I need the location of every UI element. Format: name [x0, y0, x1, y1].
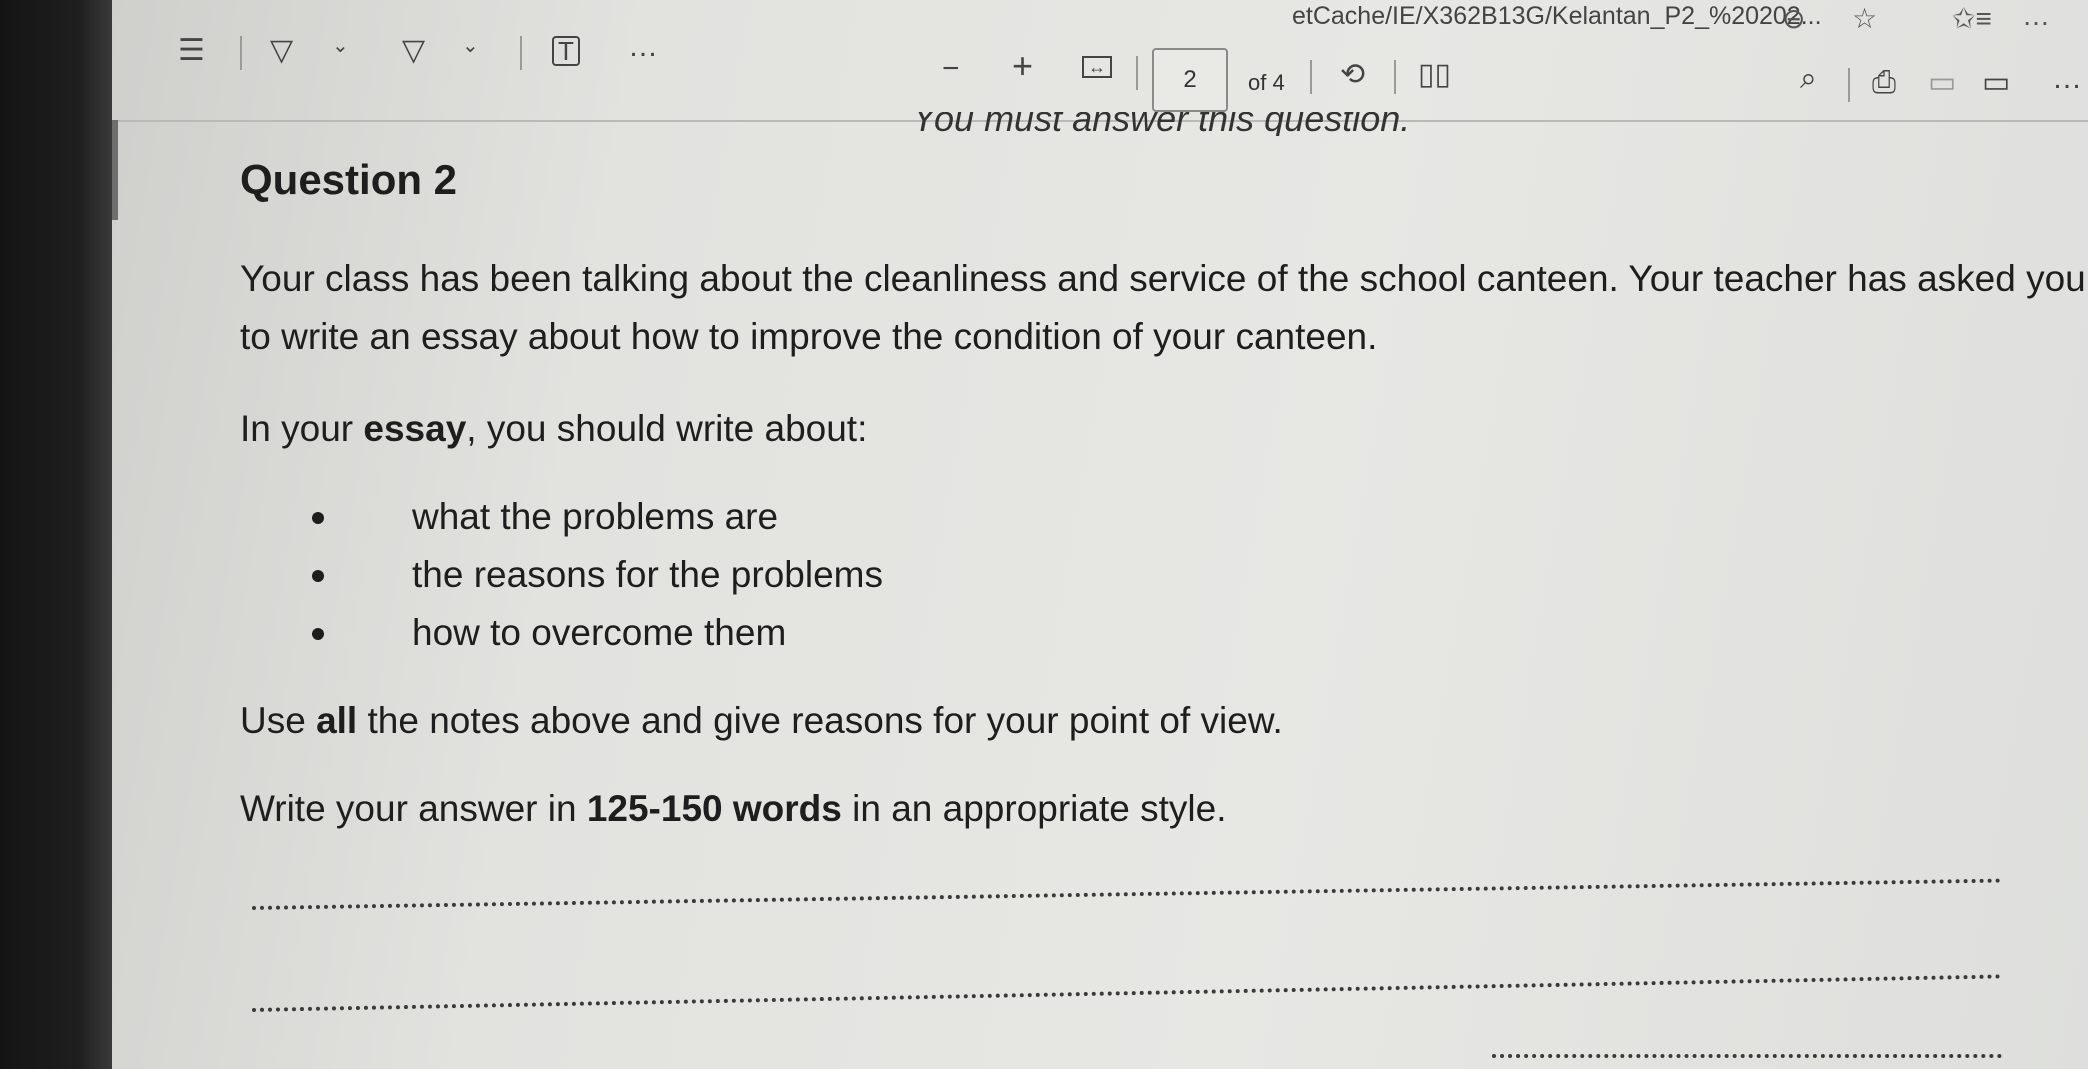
question-title: Question 2: [240, 156, 458, 203]
essay-prompt: In your essay, you should write about:: [240, 408, 868, 449]
monitor-bezel: [0, 0, 112, 1069]
bullet-list: what the problems are the reasons for th…: [312, 488, 883, 662]
word-count-instruction: Write your answer in 125-150 words in an…: [240, 788, 1227, 829]
list-item: what the problems are: [312, 488, 883, 546]
list-item: how to overcome them: [312, 604, 883, 662]
bullet-icon: [312, 512, 324, 524]
list-item: the reasons for the problems: [312, 546, 883, 604]
cut-off-instruction: You must answer this question.: [912, 112, 1411, 136]
bullet-icon: [312, 570, 324, 582]
question-intro: Your class has been talking about the cl…: [240, 258, 2086, 357]
bullet-icon: [312, 628, 324, 640]
pdf-page: You must answer this question. Question …: [112, 0, 2088, 1069]
pdf-viewer-window: etCache/IE/X362B13G/Kelantan_P2_%20202..…: [112, 0, 2088, 1069]
answer-line: [251, 878, 2002, 910]
answer-line: [251, 974, 2002, 1012]
notes-instruction: Use all the notes above and give reasons…: [240, 700, 1283, 741]
answer-line: [1492, 1054, 2002, 1058]
page-edge: [112, 120, 118, 220]
